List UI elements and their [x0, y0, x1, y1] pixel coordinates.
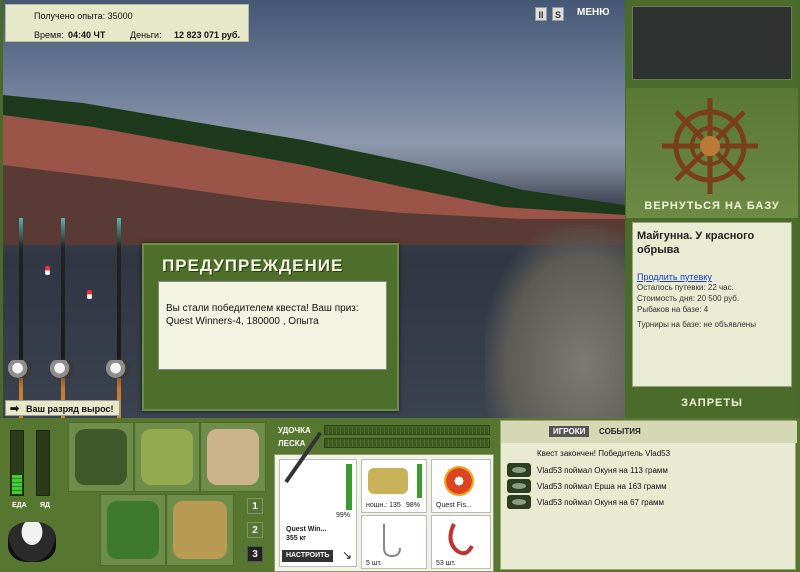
fishers-count: Рыбаков на базе: 4 [637, 305, 709, 314]
fishing-rod-3[interactable] [117, 218, 121, 418]
notes-slot[interactable] [200, 422, 266, 492]
time-label: Время: [34, 30, 64, 40]
money-value: 12 823 071 руб. [174, 30, 240, 40]
chat-panel: ИГРОКИ СОБЫТИЯ Квест закончен! Победител… [500, 420, 797, 570]
line-name: Quest Fis... [436, 502, 472, 509]
fishing-line-spool-icon [444, 466, 474, 496]
page-button-1[interactable]: 1 [247, 498, 263, 514]
hook-slot[interactable]: 5 шт. [361, 515, 427, 569]
cliff-landscape [3, 95, 625, 245]
bucket-slot[interactable] [166, 494, 234, 566]
food-meter-fill [12, 474, 22, 494]
line-tension-bar [324, 438, 490, 448]
chat-line: Vlad53 поймал Окуня на 67 грамм [537, 498, 665, 507]
location-name: Майгунна. У красного обрыва [637, 230, 755, 256]
rod-slot[interactable]: 99% Quest Win... 355 кг НАСТРОИТЬ ↘ [279, 431, 357, 567]
tab-players[interactable]: ИГРОКИ [549, 426, 590, 437]
bottom-toolbar: ЕДА ЯД 1 2 3 УДОЧКА ЛЕСКА 99% Quest Win.… [0, 418, 800, 572]
float-icon [87, 290, 92, 299]
experience-text: Получено опыта: 35000 [34, 11, 133, 21]
tab-events[interactable]: СОБЫТИЯ [595, 426, 645, 437]
reel-condition-bar [417, 464, 422, 498]
rank-up-message: ➡ Ваш разряд вырос! [5, 400, 120, 416]
return-to-base-button[interactable]: ВЕРНУТЬСЯ НА БАЗУ [626, 200, 798, 212]
money-label: Деньги: [130, 30, 162, 40]
bag-icon [141, 429, 193, 485]
dialog-title: ПРЕДУПРЕЖДЕНИЕ [162, 256, 344, 275]
tackle-panel: 99% Quest Win... 355 кг НАСТРОИТЬ ↘ ношн… [274, 431, 494, 572]
rod-bar-row: УДОЧКА [278, 425, 490, 435]
player-info-panel: Получено опыта: 35000 Время: 04:40 ЧТ Де… [5, 4, 249, 42]
poison-label: ЯД [40, 502, 51, 509]
ship-wheel-area[interactable] [626, 88, 798, 218]
float-icon [45, 266, 50, 275]
rod-name: Quest Win... [286, 526, 327, 533]
reel-icon [368, 468, 408, 494]
ship-wheel-icon [662, 98, 758, 194]
reel-icon [8, 360, 32, 378]
cooking-pot-icon[interactable] [8, 522, 56, 562]
bait-count: 53 шт. [436, 560, 456, 567]
chat-line: Vlad53 поймал Окуня на 113 грамм [537, 466, 668, 475]
chat-tabs: ИГРОКИ СОБЫТИЯ [501, 421, 797, 443]
line-bar-row: ЛЕСКА [278, 438, 490, 448]
day-cost: Стоимость дня: 20 500 руб. [637, 294, 740, 303]
arrow-down-right-icon: ↘ [341, 548, 352, 562]
rod-weight: 355 кг [286, 535, 307, 542]
rod-percent: 99% [336, 512, 351, 519]
pebble-shore [485, 225, 625, 418]
tournaments-info: Турниры на базе: не объявлены [637, 320, 756, 329]
fish-icon [507, 495, 531, 509]
rod-bar-label: УДОЧКА [278, 426, 311, 435]
bait-slot[interactable]: 53 шт. [431, 515, 491, 569]
notepad-icon [207, 429, 259, 485]
page-button-2[interactable]: 2 [247, 522, 263, 538]
reel-icon [106, 360, 130, 378]
status-meters: ЕДА ЯД [6, 428, 60, 514]
warning-dialog[interactable]: ПРЕДУПРЕЖДЕНИЕ Вы стали победителем квес… [142, 243, 399, 411]
line-bar-label: ЛЕСКА [278, 439, 306, 448]
extend-permit-link[interactable]: Продлить путевку [637, 272, 787, 282]
poison-meter [36, 430, 50, 496]
menu-button[interactable]: МЕНЮ [577, 7, 610, 21]
restrictions-button[interactable]: ЗАПРЕТЫ [626, 397, 798, 409]
reel-icon [50, 360, 74, 378]
bucket-icon [173, 501, 227, 559]
page-button-3[interactable]: 3 [247, 546, 263, 562]
chat-line: Vlad53 поймал Ерша на 163 грамм [537, 482, 667, 491]
permit-remaining: Осталось путевки: 22 час. [637, 283, 734, 292]
tackle-box-icon [75, 429, 127, 485]
rod-condition-bar [346, 464, 352, 510]
reel-label: ношн.: 135 [366, 502, 401, 509]
hook-count: 5 шт. [366, 560, 382, 567]
hook-icon [383, 524, 401, 558]
sound-icon[interactable]: S [552, 7, 564, 21]
chat-line: Квест закончен! Победитель Vlad53 [537, 449, 671, 458]
bag-slot[interactable] [134, 422, 200, 492]
fish-icon [507, 479, 531, 493]
worm-bait-icon [448, 523, 474, 556]
fish-icon [507, 463, 531, 477]
food-meter [10, 430, 24, 496]
dialog-message: Вы стали победителем квеста! Ваш приз: Q… [158, 281, 387, 370]
line-slot[interactable]: Quest Fis... [431, 459, 491, 513]
rank-up-text: Ваш разряд вырос! [26, 404, 114, 414]
tackle-box-slot[interactable] [68, 422, 134, 492]
location-info: Майгунна. У красного обрыва Продлить пут… [632, 222, 792, 387]
setup-button[interactable]: НАСТРОИТЬ [282, 550, 334, 562]
fishing-rod-1[interactable] [19, 218, 23, 418]
minimap[interactable] [632, 6, 792, 80]
reel-percent: 98% [406, 502, 421, 509]
food-label: ЕДА [12, 502, 27, 509]
rod-tension-bar [324, 425, 490, 435]
fishing-rod-2[interactable] [61, 218, 65, 418]
time-value: 04:40 ЧТ [68, 30, 106, 40]
pause-icon[interactable]: II [535, 7, 547, 21]
arrow-right-icon: ➡ [10, 403, 20, 415]
food-basket-slot[interactable] [100, 494, 166, 566]
reel-slot[interactable]: ношн.: 135 98% [361, 459, 427, 513]
basket-icon [107, 501, 159, 559]
